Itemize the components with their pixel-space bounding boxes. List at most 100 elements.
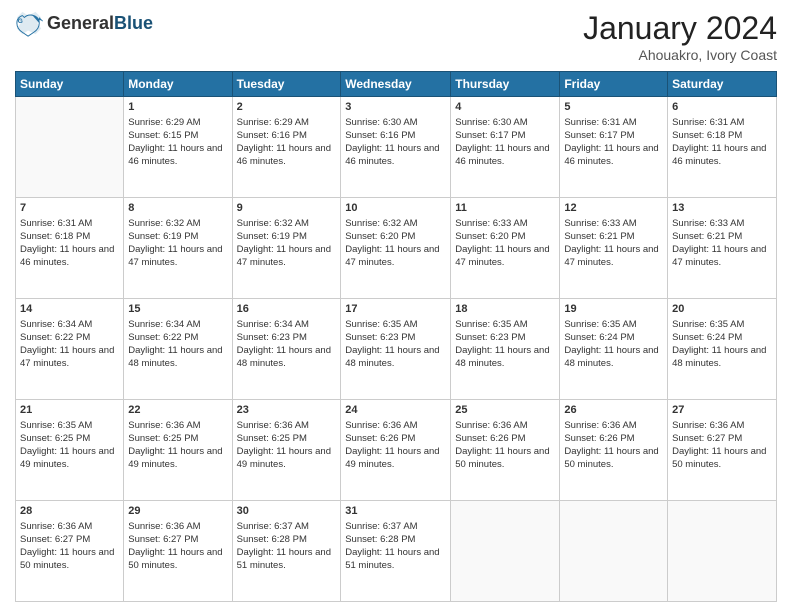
calendar-day: 2 Sunrise: 6:29 AMSunset: 6:16 PMDaylight… — [232, 97, 341, 198]
calendar-day: 3 Sunrise: 6:30 AMSunset: 6:16 PMDaylight… — [341, 97, 451, 198]
day-info: Sunrise: 6:36 AMSunset: 6:26 PMDaylight:… — [564, 420, 663, 471]
day-number: 24 — [345, 403, 446, 418]
calendar-day: 26 Sunrise: 6:36 AMSunset: 6:26 PMDayligh… — [560, 400, 668, 501]
day-info: Sunrise: 6:32 AMSunset: 6:20 PMDaylight:… — [345, 218, 446, 269]
day-info: Sunrise: 6:29 AMSunset: 6:16 PMDaylight:… — [237, 117, 337, 168]
logo-general-text: General — [47, 13, 114, 33]
day-number: 17 — [345, 302, 446, 317]
calendar-day: 9 Sunrise: 6:32 AMSunset: 6:19 PMDaylight… — [232, 198, 341, 299]
weekday-monday: Monday — [124, 72, 232, 97]
day-number: 7 — [20, 201, 119, 216]
day-number: 30 — [237, 504, 337, 519]
calendar-day — [560, 501, 668, 602]
calendar-day: 19Sunrise: 6:35 AMSunset: 6:24 PMDayligh… — [560, 299, 668, 400]
day-number: 21 — [20, 403, 119, 418]
calendar-week-1: 1 Sunrise: 6:29 AMSunset: 6:15 PMDaylight… — [16, 97, 777, 198]
weekday-friday: Friday — [560, 72, 668, 97]
calendar-week-5: 28 Sunrise: 6:36 AMSunset: 6:27 PMDayligh… — [16, 501, 777, 602]
calendar-day: 18 Sunrise: 6:35 AMSunset: 6:23 PMDayligh… — [451, 299, 560, 400]
day-info: Sunrise: 6:36 AMSunset: 6:26 PMDaylight:… — [455, 420, 555, 471]
day-info: Sunrise: 6:32 AMSunset: 6:19 PMDaylight:… — [237, 218, 337, 269]
day-number: 10 — [345, 201, 446, 216]
day-number: 5 — [564, 100, 663, 115]
day-number: 2 — [237, 100, 337, 115]
day-number: 4 — [455, 100, 555, 115]
calendar-day — [668, 501, 777, 602]
day-number: 25 — [455, 403, 555, 418]
day-info: Sunrise: 6:35 AMSunset: 6:24 PMDaylight:… — [564, 319, 663, 370]
calendar-day: 31 Sunrise: 6:37 AMSunset: 6:28 PMDayligh… — [341, 501, 451, 602]
day-number: 6 — [672, 100, 772, 115]
day-number: 11 — [455, 201, 555, 216]
day-number: 18 — [455, 302, 555, 317]
calendar-day — [16, 97, 124, 198]
day-info: Sunrise: 6:29 AMSunset: 6:15 PMDaylight:… — [128, 117, 227, 168]
day-number: 9 — [237, 201, 337, 216]
calendar-day: 24 Sunrise: 6:36 AMSunset: 6:26 PMDayligh… — [341, 400, 451, 501]
day-info: Sunrise: 6:32 AMSunset: 6:19 PMDaylight:… — [128, 218, 227, 269]
day-number: 22 — [128, 403, 227, 418]
calendar-day: 22 Sunrise: 6:36 AMSunset: 6:25 PMDayligh… — [124, 400, 232, 501]
page-header: G GeneralBlue January 2024 Ahouakro, Ivo… — [15, 10, 777, 63]
calendar-week-3: 14Sunrise: 6:34 AMSunset: 6:22 PMDayligh… — [16, 299, 777, 400]
calendar-week-4: 21 Sunrise: 6:35 AMSunset: 6:25 PMDayligh… — [16, 400, 777, 501]
day-info: Sunrise: 6:34 AMSunset: 6:22 PMDaylight:… — [20, 319, 119, 370]
day-info: Sunrise: 6:35 AMSunset: 6:23 PMDaylight:… — [455, 319, 555, 370]
calendar-day: 30Sunrise: 6:37 AMSunset: 6:28 PMDayligh… — [232, 501, 341, 602]
calendar-day: 21 Sunrise: 6:35 AMSunset: 6:25 PMDayligh… — [16, 400, 124, 501]
weekday-thursday: Thursday — [451, 72, 560, 97]
weekday-sunday: Sunday — [16, 72, 124, 97]
calendar-day: 10 Sunrise: 6:32 AMSunset: 6:20 PMDayligh… — [341, 198, 451, 299]
calendar-table: Sunday Monday Tuesday Wednesday Thursday… — [15, 71, 777, 602]
day-number: 16 — [237, 302, 337, 317]
day-number: 1 — [128, 100, 227, 115]
day-info: Sunrise: 6:36 AMSunset: 6:26 PMDaylight:… — [345, 420, 446, 471]
calendar-day: 12 Sunrise: 6:33 AMSunset: 6:21 PMDayligh… — [560, 198, 668, 299]
day-info: Sunrise: 6:35 AMSunset: 6:24 PMDaylight:… — [672, 319, 772, 370]
calendar-day: 1 Sunrise: 6:29 AMSunset: 6:15 PMDaylight… — [124, 97, 232, 198]
day-info: Sunrise: 6:31 AMSunset: 6:17 PMDaylight:… — [564, 117, 663, 168]
calendar-day: 27Sunrise: 6:36 AMSunset: 6:27 PMDayligh… — [668, 400, 777, 501]
calendar-day: 13Sunrise: 6:33 AMSunset: 6:21 PMDayligh… — [668, 198, 777, 299]
day-info: Sunrise: 6:31 AMSunset: 6:18 PMDaylight:… — [672, 117, 772, 168]
calendar-day: 14Sunrise: 6:34 AMSunset: 6:22 PMDayligh… — [16, 299, 124, 400]
day-info: Sunrise: 6:37 AMSunset: 6:28 PMDaylight:… — [345, 521, 446, 572]
day-info: Sunrise: 6:31 AMSunset: 6:18 PMDaylight:… — [20, 218, 119, 269]
day-number: 31 — [345, 504, 446, 519]
calendar-day: 16 Sunrise: 6:34 AMSunset: 6:23 PMDayligh… — [232, 299, 341, 400]
day-number: 12 — [564, 201, 663, 216]
day-info: Sunrise: 6:36 AMSunset: 6:27 PMDaylight:… — [128, 521, 227, 572]
day-info: Sunrise: 6:30 AMSunset: 6:17 PMDaylight:… — [455, 117, 555, 168]
day-number: 20 — [672, 302, 772, 317]
day-info: Sunrise: 6:36 AMSunset: 6:25 PMDaylight:… — [237, 420, 337, 471]
day-info: Sunrise: 6:30 AMSunset: 6:16 PMDaylight:… — [345, 117, 446, 168]
calendar-day: 8 Sunrise: 6:32 AMSunset: 6:19 PMDaylight… — [124, 198, 232, 299]
day-number: 26 — [564, 403, 663, 418]
calendar-day: 5 Sunrise: 6:31 AMSunset: 6:17 PMDaylight… — [560, 97, 668, 198]
calendar-day: 7 Sunrise: 6:31 AMSunset: 6:18 PMDaylight… — [16, 198, 124, 299]
day-number: 3 — [345, 100, 446, 115]
day-number: 23 — [237, 403, 337, 418]
day-info: Sunrise: 6:36 AMSunset: 6:27 PMDaylight:… — [20, 521, 119, 572]
calendar-day: 17 Sunrise: 6:35 AMSunset: 6:23 PMDayligh… — [341, 299, 451, 400]
weekday-saturday: Saturday — [668, 72, 777, 97]
day-number: 15 — [128, 302, 227, 317]
logo-blue-text: Blue — [114, 13, 153, 33]
day-info: Sunrise: 6:33 AMSunset: 6:21 PMDaylight:… — [564, 218, 663, 269]
day-number: 28 — [20, 504, 119, 519]
day-number: 27 — [672, 403, 772, 418]
day-number: 8 — [128, 201, 227, 216]
calendar-day: 25 Sunrise: 6:36 AMSunset: 6:26 PMDayligh… — [451, 400, 560, 501]
calendar-day: 6 Sunrise: 6:31 AMSunset: 6:18 PMDaylight… — [668, 97, 777, 198]
calendar-header-row: Sunday Monday Tuesday Wednesday Thursday… — [16, 72, 777, 97]
calendar-day: 15Sunrise: 6:34 AMSunset: 6:22 PMDayligh… — [124, 299, 232, 400]
weekday-wednesday: Wednesday — [341, 72, 451, 97]
day-info: Sunrise: 6:34 AMSunset: 6:23 PMDaylight:… — [237, 319, 337, 370]
calendar-day: 23 Sunrise: 6:36 AMSunset: 6:25 PMDayligh… — [232, 400, 341, 501]
calendar-day: 28 Sunrise: 6:36 AMSunset: 6:27 PMDayligh… — [16, 501, 124, 602]
logo: G GeneralBlue — [15, 10, 153, 38]
svg-text:G: G — [18, 18, 23, 25]
day-info: Sunrise: 6:35 AMSunset: 6:23 PMDaylight:… — [345, 319, 446, 370]
day-info: Sunrise: 6:35 AMSunset: 6:25 PMDaylight:… — [20, 420, 119, 471]
day-info: Sunrise: 6:36 AMSunset: 6:25 PMDaylight:… — [128, 420, 227, 471]
